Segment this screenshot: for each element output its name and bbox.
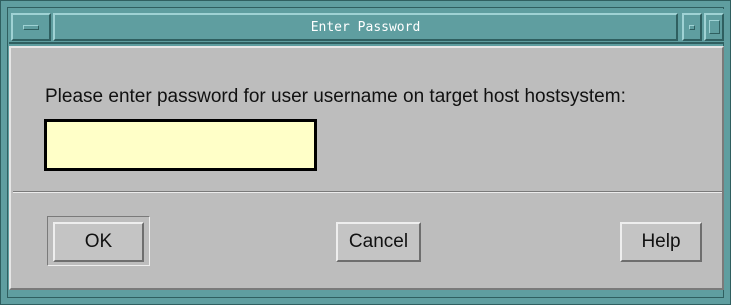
window-menu-button[interactable] — [11, 13, 51, 41]
minimize-button[interactable] — [682, 13, 702, 41]
ok-button[interactable]: OK — [53, 222, 144, 262]
window-title: Enter Password — [310, 19, 421, 35]
maximize-button[interactable] — [704, 13, 724, 41]
help-button[interactable]: Help — [620, 222, 702, 262]
separator — [13, 191, 722, 193]
password-field[interactable] — [44, 119, 317, 171]
maximize-icon — [708, 20, 720, 34]
cancel-button[interactable]: Cancel — [336, 222, 421, 262]
title-bar[interactable]: Enter Password — [9, 9, 724, 44]
password-dialog-window: Enter Password Please enter password for… — [0, 0, 731, 305]
dialog-client-area: Please enter password for user username … — [9, 46, 724, 290]
minimize-icon — [689, 24, 695, 30]
window-menu-icon — [23, 24, 39, 30]
password-prompt-label: Please enter password for user username … — [45, 86, 626, 107]
title-area[interactable]: Enter Password — [53, 13, 678, 41]
